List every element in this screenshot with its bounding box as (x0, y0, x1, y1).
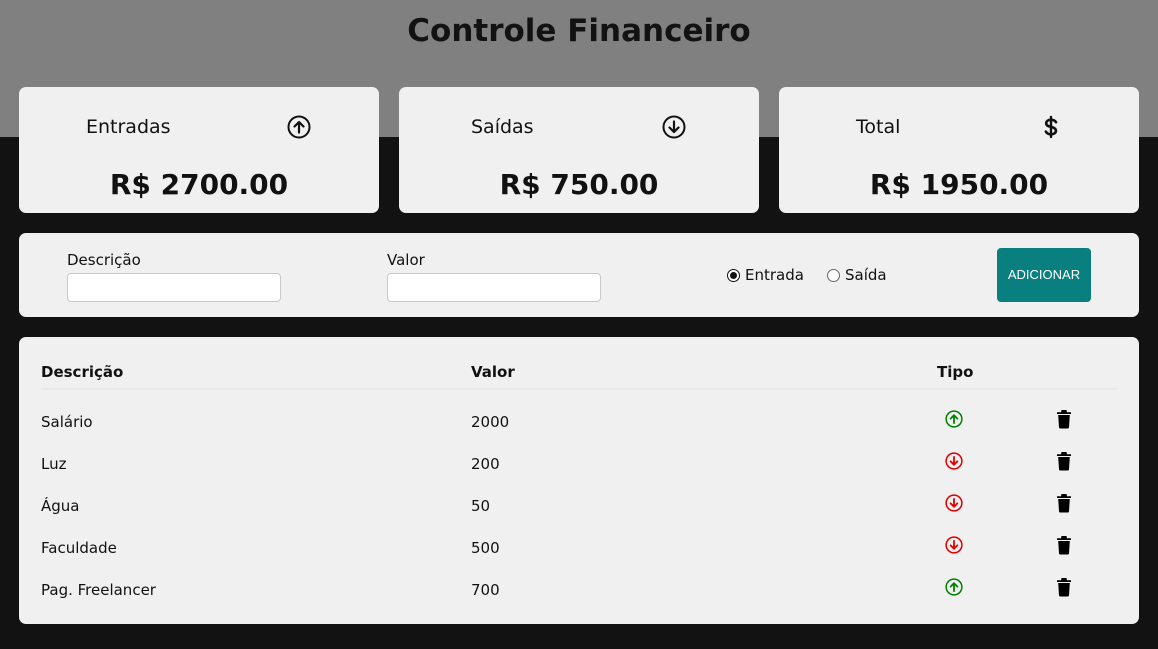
trash-icon[interactable] (1056, 409, 1072, 429)
transaction-form: Descrição Valor Entrada Saída ADICIONAR (19, 233, 1139, 317)
description-label: Descrição (67, 251, 141, 269)
cell-value: 50 (471, 497, 491, 515)
radio-expense-button[interactable] (827, 268, 840, 282)
table-row: Salário 2000 (19, 401, 1139, 443)
cell-value: 2000 (471, 413, 510, 431)
radio-income[interactable]: Entrada (727, 265, 804, 285)
cell-description: Faculdade (41, 539, 117, 557)
trash-icon[interactable] (1056, 577, 1072, 597)
income-card-value: R$ 2700.00 (109, 168, 289, 201)
add-button[interactable]: ADICIONAR (997, 248, 1091, 302)
radio-expense[interactable]: Saída (827, 265, 887, 285)
income-card: Entradas R$ 2700.00 (19, 87, 379, 213)
cell-description: Pag. Freelancer (41, 581, 156, 599)
arrow-up-circle-icon (287, 115, 311, 139)
trash-icon[interactable] (1056, 535, 1072, 555)
cell-description: Salário (41, 413, 93, 431)
value-input[interactable] (387, 273, 601, 302)
cell-value: 700 (471, 581, 500, 599)
radio-expense-label[interactable]: Saída (845, 265, 887, 285)
transactions-table: Descrição Valor Tipo Salário 2000 Luz 200 Ág… (19, 337, 1139, 624)
expense-card-value: R$ 750.00 (499, 168, 659, 201)
dollar-icon (1044, 115, 1058, 139)
column-header-description: Descrição (41, 363, 124, 381)
expense-arrow-down-icon (945, 536, 963, 554)
radio-income-label[interactable]: Entrada (745, 265, 804, 285)
description-input[interactable] (67, 273, 281, 302)
table-row: Pag. Freelancer 700 (19, 569, 1139, 611)
trash-icon[interactable] (1056, 451, 1072, 471)
total-card: Total R$ 1950.00 (779, 87, 1139, 213)
total-card-label: Total (856, 116, 901, 138)
column-header-type: Tipo (937, 363, 974, 381)
expense-card: Saídas R$ 750.00 (399, 87, 759, 213)
cell-description: Água (41, 497, 80, 515)
value-label: Valor (387, 251, 425, 269)
column-header-value: Valor (471, 363, 515, 381)
cell-description: Luz (41, 455, 67, 473)
header-divider (41, 388, 1117, 390)
table-row: Faculdade 500 (19, 527, 1139, 569)
trash-icon[interactable] (1056, 493, 1072, 513)
table-row: Luz 200 (19, 443, 1139, 485)
page-title: Controle Financeiro (407, 13, 751, 49)
expense-card-label: Saídas (471, 116, 534, 138)
arrow-down-circle-icon (662, 115, 686, 139)
income-arrow-up-icon (945, 578, 963, 596)
income-arrow-up-icon (945, 410, 963, 428)
table-row: Água 50 (19, 485, 1139, 527)
expense-arrow-down-icon (945, 494, 963, 512)
expense-arrow-down-icon (945, 452, 963, 470)
total-card-value: R$ 1950.00 (869, 168, 1049, 201)
cell-value: 200 (471, 455, 500, 473)
income-card-label: Entradas (86, 116, 171, 138)
cell-value: 500 (471, 539, 500, 557)
radio-income-button[interactable] (727, 268, 740, 282)
